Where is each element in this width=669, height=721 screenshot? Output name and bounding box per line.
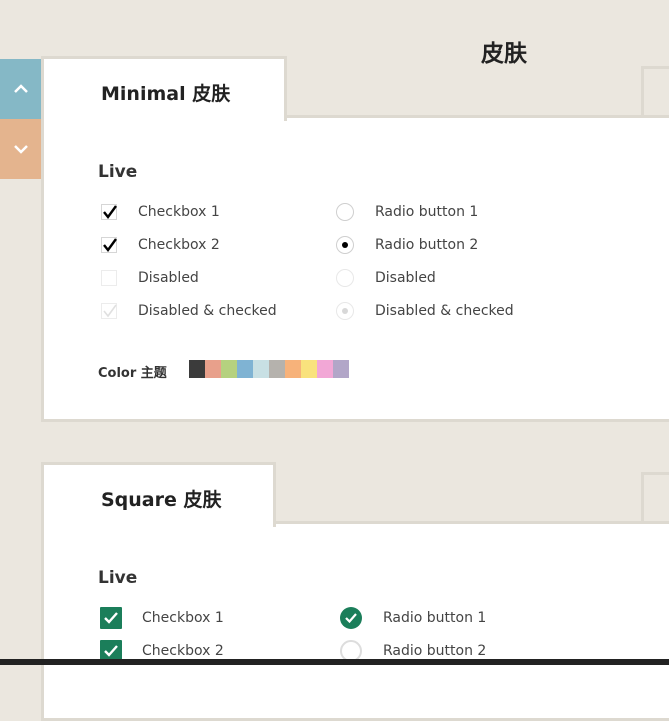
minimal-checkbox-disabled [101,270,117,286]
square-live-label: Live [98,568,138,588]
minimal-radio-disabled [336,269,354,287]
square-checkbox-1[interactable] [100,607,122,629]
checkmark-icon [103,304,117,318]
minimal-radio-disabled-checked-label: Disabled & checked [375,303,514,319]
color-swatch-8[interactable] [317,360,333,378]
checkmark-icon [104,645,118,657]
color-swatch-5[interactable] [269,360,285,378]
minimal-checkbox-1-label[interactable]: Checkbox 1 [138,204,220,220]
minimal-checkbox-disabled-label: Disabled [138,270,199,286]
color-swatch-4[interactable] [253,360,269,378]
radio-dot [342,242,348,248]
scroll-up-button[interactable] [0,59,41,119]
chevron-up-icon [13,84,28,93]
square-skin-tab-right[interactable] [641,472,669,524]
minimal-radio-2[interactable] [336,236,354,254]
checkmark-icon [345,613,357,623]
color-swatch-3[interactable] [237,360,253,378]
minimal-skin-panel: Minimal 皮肤 Live Checkbox 1 Checkbox 2 Di… [41,56,669,422]
chevron-down-icon [13,145,28,154]
minimal-live-label: Live [98,162,138,182]
minimal-checkbox-2-label[interactable]: Checkbox 2 [138,237,220,253]
square-radio-1-label[interactable]: Radio button 1 [383,610,486,626]
scroll-down-button[interactable] [0,119,41,179]
minimal-checkbox-disabled-checked-label: Disabled & checked [138,303,277,319]
square-checkbox-2-label[interactable]: Checkbox 2 [142,643,224,659]
color-swatch-2[interactable] [221,360,237,378]
square-checkbox-1-label[interactable]: Checkbox 1 [142,610,224,626]
minimal-radio-1-label[interactable]: Radio button 1 [375,204,478,220]
minimal-radio-1[interactable] [336,203,354,221]
color-swatch-7[interactable] [301,360,317,378]
square-radio-1[interactable] [340,607,362,629]
square-skin-tab[interactable]: Square 皮肤 [41,462,276,527]
minimal-checkbox-disabled-checked [101,303,117,319]
checkmark-icon [103,205,117,219]
color-swatches [189,360,349,378]
color-swatch-6[interactable] [285,360,301,378]
bottom-scrollbar[interactable] [0,659,669,665]
checkmark-icon [103,238,117,252]
square-radio-2-label[interactable]: Radio button 2 [383,643,486,659]
square-skin-panel: Square 皮肤 Live Checkbox 1 Checkbox 2 Rad… [41,462,669,721]
minimal-radio-disabled-checked [336,302,354,320]
checkmark-icon [104,612,118,624]
radio-dot [342,308,348,314]
color-theme-label: Color 主题 [98,366,167,381]
minimal-checkbox-1[interactable] [101,204,117,220]
color-swatch-9[interactable] [333,360,349,378]
minimal-skin-tab-right[interactable] [641,66,669,118]
color-swatch-1[interactable] [205,360,221,378]
minimal-radio-2-label[interactable]: Radio button 2 [375,237,478,253]
minimal-checkbox-2[interactable] [101,237,117,253]
minimal-skin-tab-label: Minimal 皮肤 [101,83,231,105]
color-swatch-0[interactable] [189,360,205,378]
minimal-skin-tab[interactable]: Minimal 皮肤 [41,56,287,121]
minimal-radio-disabled-label: Disabled [375,270,436,286]
square-skin-tab-label: Square 皮肤 [101,489,222,511]
